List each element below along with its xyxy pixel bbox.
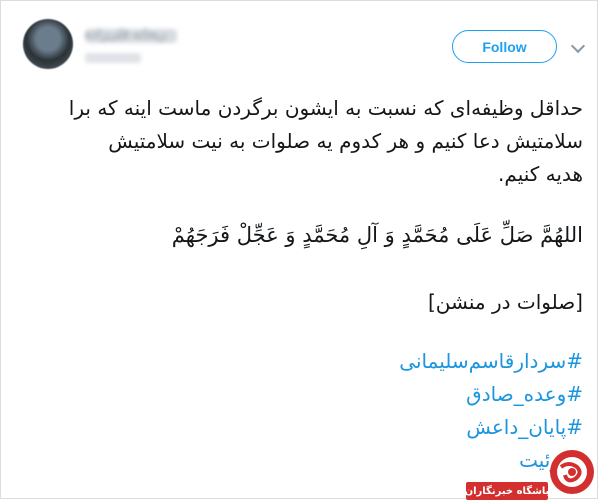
watermark-label: باشگاه خبرنگاران: [465, 482, 549, 500]
chevron-down-icon[interactable]: [570, 38, 586, 54]
hashtag-link[interactable]: #پایان_داعش: [466, 415, 583, 439]
avatar[interactable]: [23, 19, 73, 69]
tweet-text-line-3: هدیه کنیم.: [498, 162, 583, 186]
tweet-card: ریحانه قلی‌زاده Follow حداقل وظیفه‌ای که…: [0, 0, 598, 499]
hashtag-link[interactable]: #وعده_صادق: [466, 382, 583, 406]
watermark-logo-icon: [550, 450, 594, 494]
salawat-note: [صلوات در منشن]: [427, 290, 583, 314]
tweet-text-line-2: سلامتیش دعا کنیم و هر کدوم یه صلوات به ن…: [108, 129, 583, 153]
salawat-prayer: اللهُمَّ صَلِّ عَلَی مُحَمَّدٍ وَ آلِ مُ…: [171, 223, 583, 247]
blurred-handle: [85, 53, 141, 63]
tweet-text-line-1: حداقل وظیفه‌ای که نسبت به ایشون برگردن م…: [68, 96, 583, 120]
follow-button[interactable]: Follow: [452, 30, 557, 63]
hashtag-link[interactable]: #سردارقاسم‌سلیمانی: [399, 349, 583, 373]
display-name[interactable]: ریحانه قلی‌زاده: [85, 27, 166, 42]
